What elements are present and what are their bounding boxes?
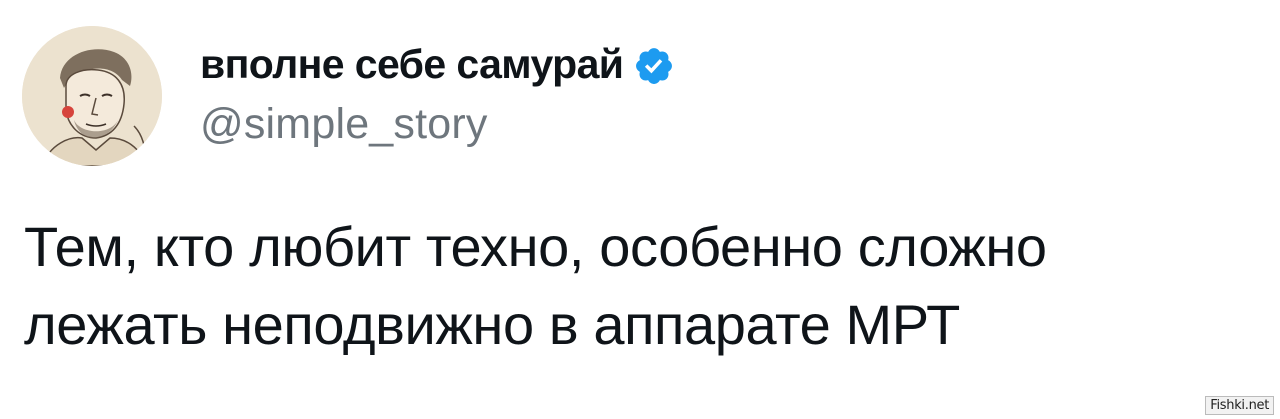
author-avatar[interactable] xyxy=(22,26,162,166)
author-handle[interactable]: @simple_story xyxy=(200,100,488,149)
author-name-row: вполне себе самурай xyxy=(200,38,675,90)
verified-badge-icon xyxy=(633,45,675,87)
tweet-text: Тем, кто любит техно, особенно сложно ле… xyxy=(24,215,1047,356)
sketch-portrait-avatar xyxy=(22,26,162,166)
watermark: Fishki.net xyxy=(1205,396,1274,415)
author-display-name[interactable]: вполне себе самурай xyxy=(200,41,624,88)
tweet-card: вполне себе самурай @simple_story Тем, к… xyxy=(0,0,1280,419)
